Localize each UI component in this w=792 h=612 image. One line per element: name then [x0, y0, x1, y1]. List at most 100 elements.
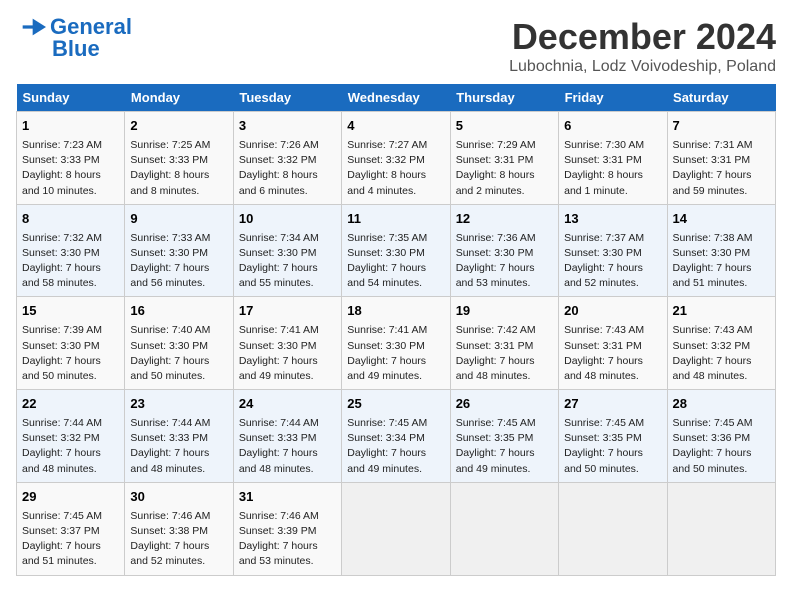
cell-info: Sunrise: 7:40 AM Sunset: 3:30 PM Dayligh…	[130, 323, 227, 384]
calendar-cell: 5Sunrise: 7:29 AM Sunset: 3:31 PM Daylig…	[450, 112, 558, 205]
calendar-cell: 30 Sunrise: 7:46 AM Sunset: 3:38 PM Dayli…	[125, 482, 233, 575]
cell-info: Sunrise: 7:45 AM Sunset: 3:35 PM Dayligh…	[456, 416, 553, 477]
calendar-cell: 21 Sunrise: 7:43 AM Sunset: 3:32 PM Dayli…	[667, 297, 775, 390]
cell-info: Sunrise: 7:32 AM Sunset: 3:30 PM Dayligh…	[22, 231, 119, 292]
calendar-cell: 19 Sunrise: 7:42 AM Sunset: 3:31 PM Dayli…	[450, 297, 558, 390]
calendar-cell: 3Sunrise: 7:26 AM Sunset: 3:32 PM Daylig…	[233, 112, 341, 205]
day-number: 15	[22, 302, 119, 321]
cell-info: Sunrise: 7:45 AM Sunset: 3:36 PM Dayligh…	[673, 416, 770, 477]
day-number: 24	[239, 395, 336, 414]
day-number: 30	[130, 488, 227, 507]
calendar-cell: 15 Sunrise: 7:39 AM Sunset: 3:30 PM Dayli…	[17, 297, 125, 390]
dow-friday: Friday	[559, 84, 667, 112]
logo: General Blue	[16, 16, 132, 60]
calendar-cell	[667, 482, 775, 575]
calendar-cell: 11Sunrise: 7:35 AM Sunset: 3:30 PM Dayli…	[342, 204, 450, 297]
calendar-cell: 31Sunrise: 7:46 AM Sunset: 3:39 PM Dayli…	[233, 482, 341, 575]
day-number: 29	[22, 488, 119, 507]
calendar-cell: 28Sunrise: 7:45 AM Sunset: 3:36 PM Dayli…	[667, 390, 775, 483]
calendar-cell: 7Sunrise: 7:31 AM Sunset: 3:31 PM Daylig…	[667, 112, 775, 205]
calendar-cell: 13Sunrise: 7:37 AM Sunset: 3:30 PM Dayli…	[559, 204, 667, 297]
cell-info: Sunrise: 7:46 AM Sunset: 3:38 PM Dayligh…	[130, 509, 227, 570]
week-row: 1Sunrise: 7:23 AM Sunset: 3:33 PM Daylig…	[17, 112, 776, 205]
calendar-cell: 14 Sunrise: 7:38 AM Sunset: 3:30 PM Dayli…	[667, 204, 775, 297]
day-number: 22	[22, 395, 119, 414]
day-number: 18	[347, 302, 444, 321]
calendar-cell: 12 Sunrise: 7:36 AM Sunset: 3:30 PM Dayli…	[450, 204, 558, 297]
day-number: 31	[239, 488, 336, 507]
day-number: 16	[130, 302, 227, 321]
cell-info: Sunrise: 7:39 AM Sunset: 3:30 PM Dayligh…	[22, 323, 119, 384]
day-number: 13	[564, 210, 661, 229]
logo-icon	[16, 17, 46, 37]
dow-thursday: Thursday	[450, 84, 558, 112]
calendar-cell: 17 Sunrise: 7:41 AM Sunset: 3:30 PM Dayli…	[233, 297, 341, 390]
calendar-cell: 20 Sunrise: 7:43 AM Sunset: 3:31 PM Dayli…	[559, 297, 667, 390]
calendar-cell	[342, 482, 450, 575]
page-subtitle: Lubochnia, Lodz Voivodeship, Poland	[509, 58, 776, 76]
day-number: 3	[239, 117, 336, 136]
day-number: 9	[130, 210, 227, 229]
cell-info: Sunrise: 7:44 AM Sunset: 3:33 PM Dayligh…	[130, 416, 227, 477]
calendar-cell: 6 Sunrise: 7:30 AM Sunset: 3:31 PM Daylig…	[559, 112, 667, 205]
calendar-cell: 23 Sunrise: 7:44 AM Sunset: 3:33 PM Dayli…	[125, 390, 233, 483]
calendar-cell: 26 Sunrise: 7:45 AM Sunset: 3:35 PM Dayli…	[450, 390, 558, 483]
week-row: 15 Sunrise: 7:39 AM Sunset: 3:30 PM Dayli…	[17, 297, 776, 390]
cell-info: Sunrise: 7:41 AM Sunset: 3:30 PM Dayligh…	[347, 323, 444, 384]
day-number: 19	[456, 302, 553, 321]
day-number: 6	[564, 117, 661, 136]
cell-info: Sunrise: 7:36 AM Sunset: 3:30 PM Dayligh…	[456, 231, 553, 292]
calendar-cell: 27 Sunrise: 7:45 AM Sunset: 3:35 PM Dayli…	[559, 390, 667, 483]
dow-saturday: Saturday	[667, 84, 775, 112]
day-number: 26	[456, 395, 553, 414]
cell-info: Sunrise: 7:30 AM Sunset: 3:31 PM Dayligh…	[564, 138, 661, 199]
calendar-cell: 22Sunrise: 7:44 AM Sunset: 3:32 PM Dayli…	[17, 390, 125, 483]
cell-info: Sunrise: 7:45 AM Sunset: 3:37 PM Dayligh…	[22, 509, 119, 570]
week-row: 22Sunrise: 7:44 AM Sunset: 3:32 PM Dayli…	[17, 390, 776, 483]
cell-info: Sunrise: 7:34 AM Sunset: 3:30 PM Dayligh…	[239, 231, 336, 292]
cell-info: Sunrise: 7:45 AM Sunset: 3:34 PM Dayligh…	[347, 416, 444, 477]
day-number: 17	[239, 302, 336, 321]
cell-info: Sunrise: 7:41 AM Sunset: 3:30 PM Dayligh…	[239, 323, 336, 384]
cell-info: Sunrise: 7:42 AM Sunset: 3:31 PM Dayligh…	[456, 323, 553, 384]
day-number: 25	[347, 395, 444, 414]
calendar-cell	[559, 482, 667, 575]
cell-info: Sunrise: 7:43 AM Sunset: 3:31 PM Dayligh…	[564, 323, 661, 384]
cell-info: Sunrise: 7:44 AM Sunset: 3:33 PM Dayligh…	[239, 416, 336, 477]
calendar-cell: 10 Sunrise: 7:34 AM Sunset: 3:30 PM Dayli…	[233, 204, 341, 297]
week-row: 8Sunrise: 7:32 AM Sunset: 3:30 PM Daylig…	[17, 204, 776, 297]
week-row: 29 Sunrise: 7:45 AM Sunset: 3:37 PM Dayli…	[17, 482, 776, 575]
day-number: 27	[564, 395, 661, 414]
cell-info: Sunrise: 7:35 AM Sunset: 3:30 PM Dayligh…	[347, 231, 444, 292]
header: General Blue December 2024 Lubochnia, Lo…	[16, 16, 776, 76]
title-area: December 2024 Lubochnia, Lodz Voivodeshi…	[509, 16, 776, 76]
day-number: 23	[130, 395, 227, 414]
cell-info: Sunrise: 7:33 AM Sunset: 3:30 PM Dayligh…	[130, 231, 227, 292]
calendar-cell: 1Sunrise: 7:23 AM Sunset: 3:33 PM Daylig…	[17, 112, 125, 205]
page-title: December 2024	[509, 16, 776, 58]
cell-info: Sunrise: 7:38 AM Sunset: 3:30 PM Dayligh…	[673, 231, 770, 292]
calendar-cell: 9 Sunrise: 7:33 AM Sunset: 3:30 PM Daylig…	[125, 204, 233, 297]
calendar-table: SundayMondayTuesdayWednesdayThursdayFrid…	[16, 84, 776, 576]
cell-info: Sunrise: 7:43 AM Sunset: 3:32 PM Dayligh…	[673, 323, 770, 384]
day-number: 21	[673, 302, 770, 321]
day-of-week-row: SundayMondayTuesdayWednesdayThursdayFrid…	[17, 84, 776, 112]
day-number: 4	[347, 117, 444, 136]
day-number: 12	[456, 210, 553, 229]
day-number: 10	[239, 210, 336, 229]
cell-info: Sunrise: 7:45 AM Sunset: 3:35 PM Dayligh…	[564, 416, 661, 477]
day-number: 7	[673, 117, 770, 136]
calendar-cell: 29 Sunrise: 7:45 AM Sunset: 3:37 PM Dayli…	[17, 482, 125, 575]
calendar-cell: 8Sunrise: 7:32 AM Sunset: 3:30 PM Daylig…	[17, 204, 125, 297]
day-number: 1	[22, 117, 119, 136]
calendar-cell: 16 Sunrise: 7:40 AM Sunset: 3:30 PM Dayli…	[125, 297, 233, 390]
dow-wednesday: Wednesday	[342, 84, 450, 112]
day-number: 14	[673, 210, 770, 229]
calendar-cell	[450, 482, 558, 575]
dow-sunday: Sunday	[17, 84, 125, 112]
calendar-cell: 24 Sunrise: 7:44 AM Sunset: 3:33 PM Dayli…	[233, 390, 341, 483]
calendar-cell: 2Sunrise: 7:25 AM Sunset: 3:33 PM Daylig…	[125, 112, 233, 205]
dow-monday: Monday	[125, 84, 233, 112]
cell-info: Sunrise: 7:25 AM Sunset: 3:33 PM Dayligh…	[130, 138, 227, 199]
day-number: 20	[564, 302, 661, 321]
